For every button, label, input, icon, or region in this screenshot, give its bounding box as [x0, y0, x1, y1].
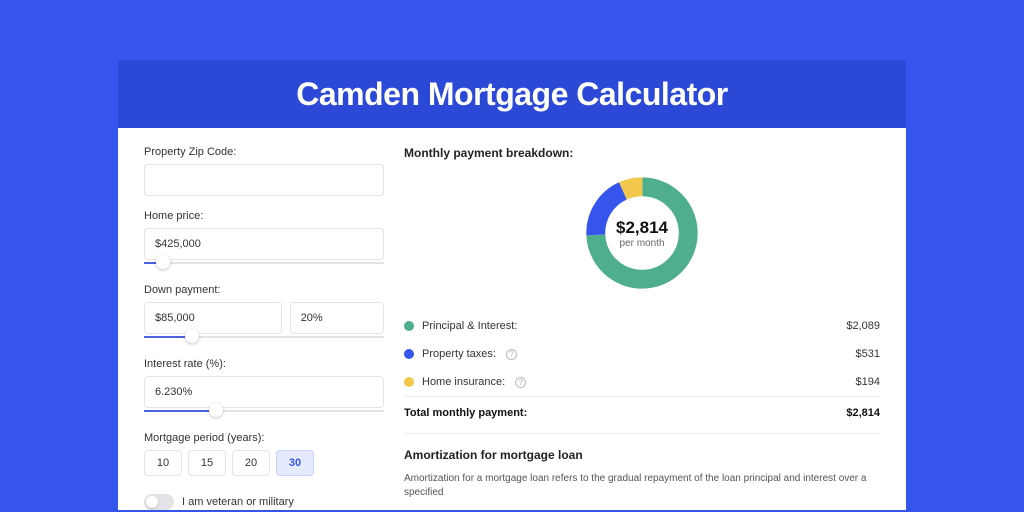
legend-label: Home insurance:: [422, 376, 505, 388]
period-option-10[interactable]: 10: [144, 450, 182, 476]
legend-dot-icon: [404, 321, 414, 331]
donut-sub: per month: [619, 238, 664, 249]
zip-label: Property Zip Code:: [144, 146, 384, 158]
legend-value: $2,089: [846, 320, 880, 332]
down-field-group: Down payment:: [144, 284, 384, 344]
title-bar: Camden Mortgage Calculator: [118, 60, 906, 128]
period-field-group: Mortgage period (years): 10152030: [144, 432, 384, 476]
price-slider[interactable]: [144, 258, 384, 270]
legend-label: Property taxes:: [422, 348, 496, 360]
total-value: $2,814: [846, 407, 880, 419]
period-options: 10152030: [144, 450, 384, 476]
donut-chart: $2,814 per month: [581, 172, 703, 294]
total-label: Total monthly payment:: [404, 407, 527, 419]
donut-amount: $2,814: [616, 218, 668, 238]
total-row: Total monthly payment: $2,814: [404, 396, 880, 429]
legend-label: Principal & Interest:: [422, 320, 517, 332]
price-slider-thumb[interactable]: [156, 255, 170, 269]
period-option-20[interactable]: 20: [232, 450, 270, 476]
legend-row: Property taxes:? $531: [404, 340, 880, 368]
amortization-section: Amortization for mortgage loan Amortizat…: [404, 433, 880, 500]
amort-text: Amortization for a mortgage loan refers …: [404, 472, 880, 500]
input-panel: Property Zip Code: Home price: Down paym…: [144, 146, 384, 510]
legend: Principal & Interest: $2,089 Property taxe…: [404, 312, 880, 396]
down-slider[interactable]: [144, 332, 384, 344]
zip-field-group: Property Zip Code:: [144, 146, 384, 196]
calculator-card: Property Zip Code: Home price: Down paym…: [118, 128, 906, 510]
rate-slider[interactable]: [144, 406, 384, 418]
donut-wrap: $2,814 per month: [404, 172, 880, 294]
period-option-15[interactable]: 15: [188, 450, 226, 476]
help-icon[interactable]: ?: [515, 377, 526, 388]
period-option-30[interactable]: 30: [276, 450, 314, 476]
price-input[interactable]: [144, 228, 384, 260]
rate-field-group: Interest rate (%):: [144, 358, 384, 418]
veteran-toggle-row: I am veteran or military: [144, 494, 384, 510]
page-title: Camden Mortgage Calculator: [296, 76, 728, 113]
zip-input[interactable]: [144, 164, 384, 196]
rate-input[interactable]: [144, 376, 384, 408]
veteran-toggle[interactable]: [144, 494, 174, 510]
legend-row: Principal & Interest: $2,089: [404, 312, 880, 340]
breakdown-title: Monthly payment breakdown:: [404, 146, 880, 160]
header-spacer: [0, 0, 1024, 60]
breakdown-panel: Monthly payment breakdown: $2,814 per mo…: [404, 146, 880, 510]
legend-row: Home insurance:? $194: [404, 368, 880, 396]
legend-value: $531: [856, 348, 880, 360]
down-slider-thumb[interactable]: [185, 329, 199, 343]
help-icon[interactable]: ?: [506, 349, 517, 360]
veteran-label: I am veteran or military: [182, 496, 294, 508]
toggle-knob-icon: [146, 496, 158, 508]
rate-label: Interest rate (%):: [144, 358, 384, 370]
legend-dot-icon: [404, 377, 414, 387]
rate-slider-thumb[interactable]: [209, 403, 223, 417]
down-amount-input[interactable]: [144, 302, 282, 334]
amort-title: Amortization for mortgage loan: [404, 448, 880, 462]
price-label: Home price:: [144, 210, 384, 222]
legend-dot-icon: [404, 349, 414, 359]
donut-center: $2,814 per month: [581, 172, 703, 294]
price-field-group: Home price:: [144, 210, 384, 270]
down-percent-input[interactable]: [290, 302, 384, 334]
period-label: Mortgage period (years):: [144, 432, 384, 444]
legend-value: $194: [856, 376, 880, 388]
down-label: Down payment:: [144, 284, 384, 296]
